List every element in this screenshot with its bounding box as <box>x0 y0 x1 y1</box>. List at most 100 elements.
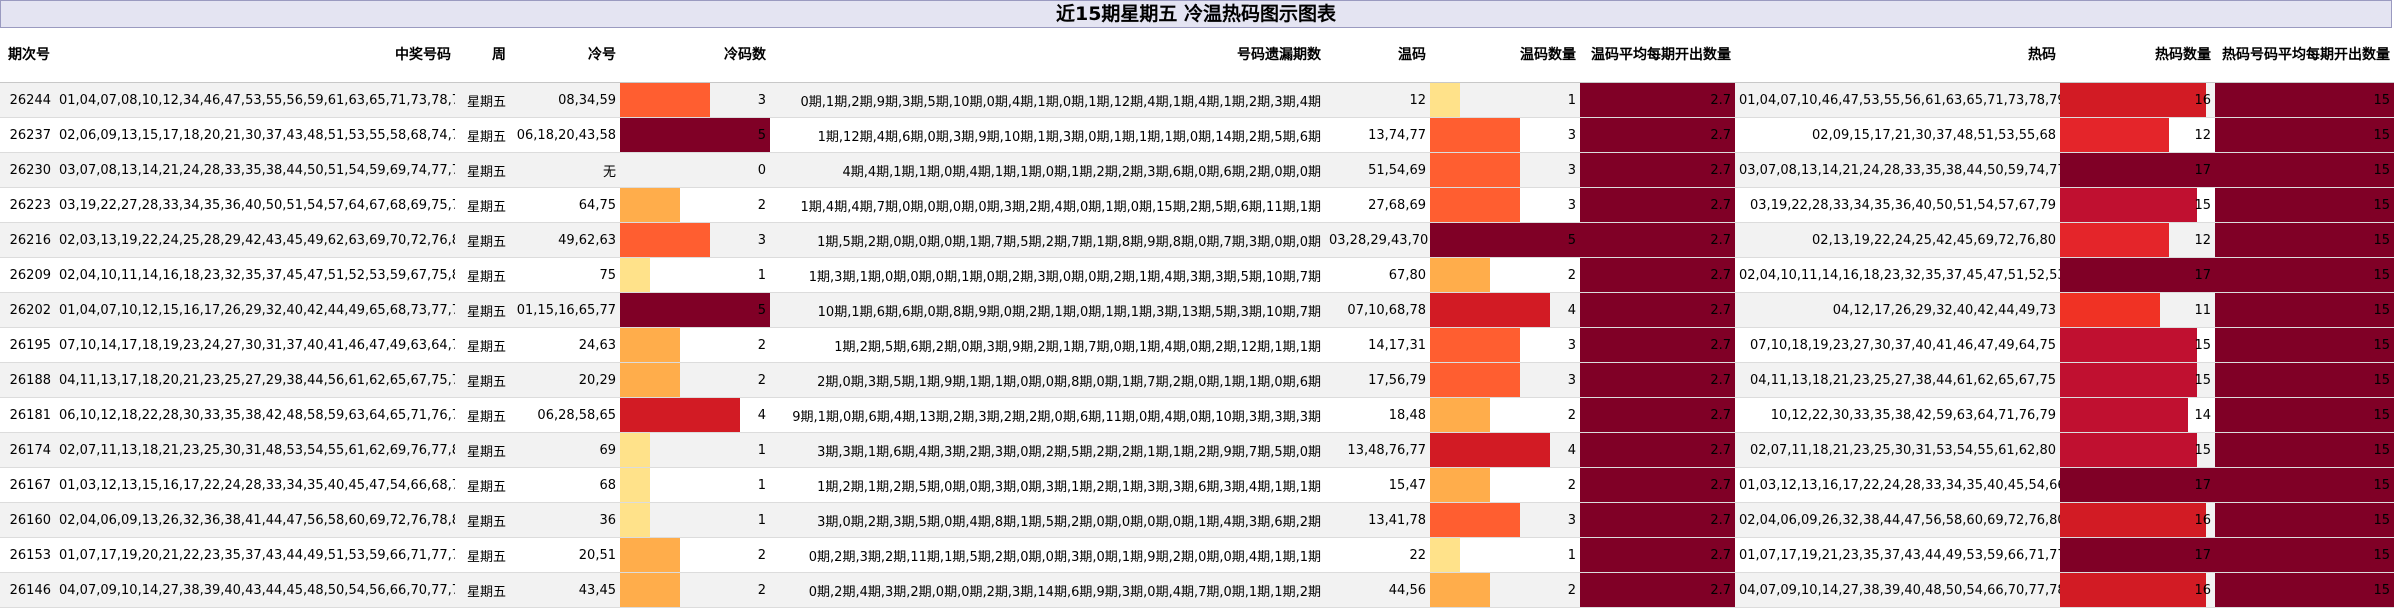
warm-count-bar <box>1430 328 1520 362</box>
cold-numbers: 01,15,16,65,77 <box>510 292 620 328</box>
issue-id: 26146 <box>0 572 55 608</box>
warm-count: 4 <box>1430 292 1580 328</box>
hot-count-bar <box>2060 468 2215 502</box>
weekday: 星期五 <box>455 432 510 468</box>
hot-numbers: 04,12,17,26,29,32,40,42,44,49,73 <box>1735 292 2060 328</box>
issue-id: 26153 <box>0 537 55 573</box>
cold-count-value: 3 <box>757 232 766 248</box>
hot-average: 15 <box>2215 292 2394 328</box>
cold-count-bar <box>620 468 650 502</box>
issue-id: 26167 <box>0 467 55 503</box>
cold-count-value: 1 <box>757 512 766 528</box>
cold-count: 2 <box>620 187 770 223</box>
warm-numbers: 44,56 <box>1325 572 1430 608</box>
warm-count: 2 <box>1430 397 1580 433</box>
winning-numbers: 03,19,22,27,28,33,34,35,36,40,50,51,54,5… <box>55 187 455 223</box>
warm-average: 2.7 <box>1580 467 1735 503</box>
cold-count-value: 2 <box>757 337 766 353</box>
issue-id: 26230 <box>0 152 55 188</box>
warm-count: 2 <box>1430 467 1580 503</box>
cold-count: 0 <box>620 152 770 188</box>
warm-count-value: 4 <box>1567 302 1576 318</box>
warm-numbers: 17,56,79 <box>1325 362 1430 398</box>
hot-count: 14 <box>2060 397 2215 433</box>
cold-count: 4 <box>620 397 770 433</box>
warm-count-value: 4 <box>1567 442 1576 458</box>
hot-numbers: 02,04,06,09,26,32,38,44,47,56,58,60,69,7… <box>1735 502 2060 538</box>
warm-count-bar <box>1430 398 1490 432</box>
warm-count: 5 <box>1430 222 1580 258</box>
cold-count-bar <box>620 293 770 327</box>
cold-count-bar <box>620 398 740 432</box>
table-row: 26237 02,06,09,13,15,17,18,20,21,30,37,43… <box>0 117 2394 153</box>
cold-count-value: 2 <box>757 582 766 598</box>
warm-numbers: 27,68,69 <box>1325 187 1430 223</box>
miss-periods: 1期,4期,4期,7期,0期,0期,0期,0期,3期,2期,4期,0期,1期,0… <box>770 187 1325 223</box>
winning-numbers: 06,10,12,18,22,28,30,33,35,38,42,48,58,5… <box>55 397 455 433</box>
hot-average: 15 <box>2215 257 2394 293</box>
warm-count-value: 3 <box>1567 512 1576 528</box>
miss-periods: 1期,12期,4期,6期,0期,3期,9期,10期,1期,3期,0期,1期,1期… <box>770 117 1325 153</box>
cold-numbers: 20,51 <box>510 537 620 573</box>
hot-numbers: 10,12,22,30,33,35,38,42,59,63,64,71,76,7… <box>1735 397 2060 433</box>
warm-average: 2.7 <box>1580 397 1735 433</box>
winning-numbers: 03,07,08,13,14,21,24,28,33,35,38,44,50,5… <box>55 152 455 188</box>
table-row: 26167 01,03,12,13,15,16,17,22,24,28,33,34… <box>0 467 2394 503</box>
hot-count-bar <box>2060 433 2197 467</box>
winning-numbers: 01,03,12,13,15,16,17,22,24,28,33,34,35,4… <box>55 467 455 503</box>
hot-count-bar <box>2060 363 2197 397</box>
issue-id: 26237 <box>0 117 55 153</box>
warm-count: 3 <box>1430 327 1580 363</box>
warm-count-value: 1 <box>1567 92 1576 108</box>
cold-count-value: 1 <box>757 477 766 493</box>
cold-count: 5 <box>620 292 770 328</box>
warm-count: 3 <box>1430 502 1580 538</box>
warm-average: 2.7 <box>1580 222 1735 258</box>
warm-count-value: 1 <box>1567 547 1576 563</box>
cold-count: 1 <box>620 467 770 503</box>
winning-numbers: 02,03,13,19,22,24,25,28,29,42,43,45,49,6… <box>55 222 455 258</box>
warm-count-value: 3 <box>1567 337 1576 353</box>
hot-count-bar <box>2060 538 2215 572</box>
warm-count-value: 2 <box>1567 267 1576 283</box>
hot-average-value: 15 <box>2373 372 2390 388</box>
cold-count: 3 <box>620 82 770 118</box>
table-row: 26202 01,04,07,10,12,15,16,17,26,29,32,40… <box>0 292 2394 328</box>
cold-numbers: 无 <box>510 152 620 188</box>
cold-count-bar <box>620 118 770 152</box>
weekday: 星期五 <box>455 292 510 328</box>
hot-numbers: 03,19,22,28,33,34,35,36,40,50,51,54,57,6… <box>1735 187 2060 223</box>
hot-count-value: 17 <box>2194 477 2211 493</box>
warm-average-value: 2.7 <box>1710 302 1731 318</box>
warm-count-bar <box>1430 468 1490 502</box>
cold-numbers: 06,18,20,43,58 <box>510 117 620 153</box>
warm-average-value: 2.7 <box>1710 372 1731 388</box>
winning-numbers: 02,06,09,13,15,17,18,20,21,30,37,43,48,5… <box>55 117 455 153</box>
warm-numbers: 22 <box>1325 537 1430 573</box>
header-warm-avg: 温码平均每期开出数量 <box>1580 28 1735 83</box>
chart-title: 近15期星期五 冷温热码图示图表 <box>0 0 2392 28</box>
hot-average: 15 <box>2215 222 2394 258</box>
hot-numbers: 04,07,09,10,14,27,38,39,40,48,50,54,66,7… <box>1735 572 2060 608</box>
warm-count-bar <box>1430 573 1490 607</box>
warm-count: 1 <box>1430 82 1580 118</box>
weekday: 星期五 <box>455 537 510 573</box>
weekday: 星期五 <box>455 152 510 188</box>
winning-numbers: 02,04,06,09,13,26,32,36,38,41,44,47,56,5… <box>55 502 455 538</box>
hot-average: 15 <box>2215 432 2394 468</box>
cold-count-bar <box>620 363 680 397</box>
hot-average-value: 15 <box>2373 442 2390 458</box>
hot-numbers: 04,11,13,18,21,23,25,27,38,44,61,62,65,6… <box>1735 362 2060 398</box>
hot-average-bar <box>2215 328 2394 362</box>
cold-count-bar <box>620 258 650 292</box>
hot-average-bar <box>2215 153 2394 187</box>
warm-average-value: 2.7 <box>1710 582 1731 598</box>
hot-count-bar <box>2060 223 2170 257</box>
hot-average-bar <box>2215 398 2394 432</box>
weekday: 星期五 <box>455 467 510 503</box>
header-cold-count: 冷码数 <box>620 28 770 83</box>
hot-count-value: 11 <box>2194 302 2211 318</box>
issue-id: 26195 <box>0 327 55 363</box>
warm-count-value: 3 <box>1567 127 1576 143</box>
hot-average: 15 <box>2215 537 2394 573</box>
